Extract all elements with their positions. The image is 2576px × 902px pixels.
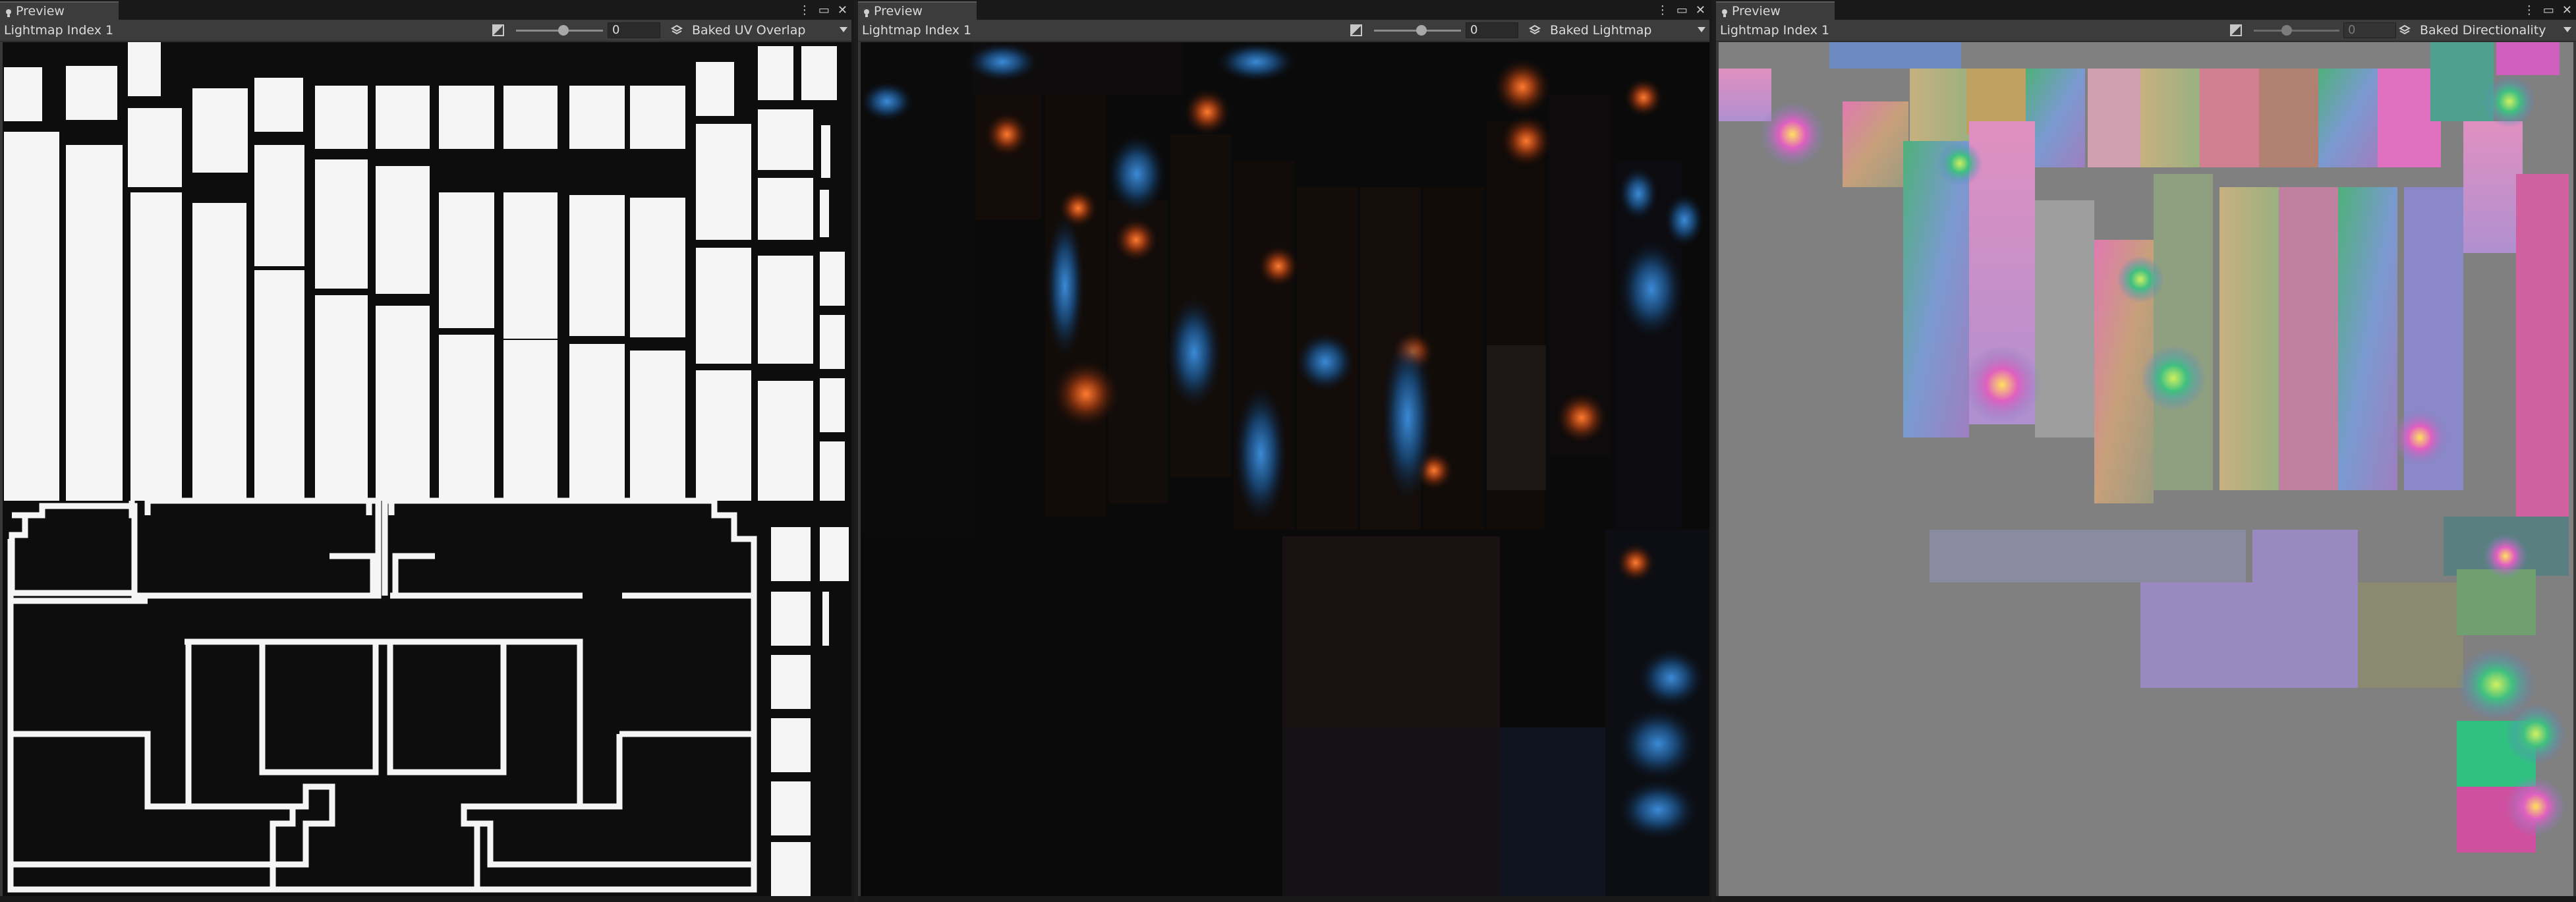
exposure-slider-thumb[interactable] <box>1416 25 1427 36</box>
exposure-value-field[interactable]: 0 <box>2343 22 2396 38</box>
panel-bottom-border <box>0 896 851 902</box>
preview-mode-label: Baked Lightmap <box>1550 23 1652 38</box>
preview-panel-uv-overlap: Preview ⋮ ▭ ✕ Lightmap Index 1 0 Baked U… <box>0 0 854 902</box>
layers-icon <box>1528 24 1541 36</box>
panel-bottom-border <box>1716 896 2576 902</box>
preview-toolbar: Lightmap Index 1 0 Baked Directionality <box>1716 20 2576 42</box>
exposure-icon <box>492 24 504 36</box>
maximize-icon[interactable]: ▭ <box>1676 3 1688 17</box>
kebab-menu-icon[interactable]: ⋮ <box>799 3 811 17</box>
baked-lightmap-view[interactable] <box>861 42 1709 896</box>
maximize-icon[interactable]: ▭ <box>818 3 830 17</box>
preview-mode-dropdown[interactable]: Baked Lightmap <box>1546 22 1708 38</box>
tab-bar: Preview ⋮ ▭ ✕ <box>858 0 1709 20</box>
uv-overlap-view[interactable] <box>3 42 851 896</box>
chevron-down-icon <box>2563 27 2571 32</box>
baked-directionality-view[interactable] <box>1719 42 2573 896</box>
panel-bottom-border <box>858 896 1709 902</box>
lightbulb-icon <box>5 7 12 17</box>
tab-bar: Preview ⋮ ▭ ✕ <box>0 0 851 20</box>
kebab-menu-icon[interactable]: ⋮ <box>1657 3 1669 17</box>
exposure-slider-thumb[interactable] <box>2281 25 2292 36</box>
chevron-down-icon <box>840 27 847 32</box>
uv-overlap-image <box>4 42 849 896</box>
exposure-value-field[interactable]: 0 <box>1466 22 1518 38</box>
preview-panel-baked-lightmap: Preview ⋮ ▭ ✕ Lightmap Index 1 0 Baked L… <box>858 0 1712 902</box>
tab-label: Preview <box>1732 4 1781 18</box>
chevron-down-icon <box>1698 27 1705 32</box>
close-icon[interactable]: ✕ <box>838 3 847 17</box>
tab-preview[interactable]: Preview <box>0 1 119 20</box>
lightbulb-icon <box>1721 7 1728 17</box>
lightmap-index-title: Lightmap Index 1 <box>862 23 972 38</box>
preview-panel-baked-directionality: Preview ⋮ ▭ ✕ Lightmap Index 1 0 Baked D… <box>1716 0 2576 902</box>
baked-lightmap-image <box>861 42 1709 896</box>
exposure-slider-thumb[interactable] <box>558 25 569 36</box>
tab-label: Preview <box>874 4 923 18</box>
tab-preview[interactable]: Preview <box>858 1 977 20</box>
preview-mode-label: Baked Directionality <box>2420 23 2546 38</box>
kebab-menu-icon[interactable]: ⋮ <box>2523 3 2535 17</box>
layers-icon <box>2398 24 2411 36</box>
tab-preview[interactable]: Preview <box>1716 1 1835 20</box>
exposure-icon <box>2230 24 2242 36</box>
preview-mode-dropdown[interactable]: Baked Directionality <box>2416 22 2574 38</box>
lightmap-index-title: Lightmap Index 1 <box>4 23 114 38</box>
close-icon[interactable]: ✕ <box>2562 3 2572 17</box>
close-icon[interactable]: ✕ <box>1696 3 1705 17</box>
maximize-icon[interactable]: ▭ <box>2543 3 2554 17</box>
tab-bar: Preview ⋮ ▭ ✕ <box>1716 0 2576 20</box>
exposure-value-field[interactable]: 0 <box>608 22 660 38</box>
exposure-icon <box>1350 24 1362 36</box>
lightmap-index-title: Lightmap Index 1 <box>1720 23 1830 38</box>
lightbulb-icon <box>863 7 870 17</box>
preview-mode-dropdown[interactable]: Baked UV Overlap <box>688 22 850 38</box>
tab-label: Preview <box>16 4 65 18</box>
exposure-slider[interactable] <box>2254 30 2339 32</box>
baked-directionality-image <box>1719 42 2569 853</box>
preview-toolbar: Lightmap Index 1 0 Baked Lightmap <box>858 20 1709 42</box>
layers-icon <box>670 24 683 36</box>
preview-mode-label: Baked UV Overlap <box>692 23 806 38</box>
preview-toolbar: Lightmap Index 1 0 Baked UV Overlap <box>0 20 851 42</box>
